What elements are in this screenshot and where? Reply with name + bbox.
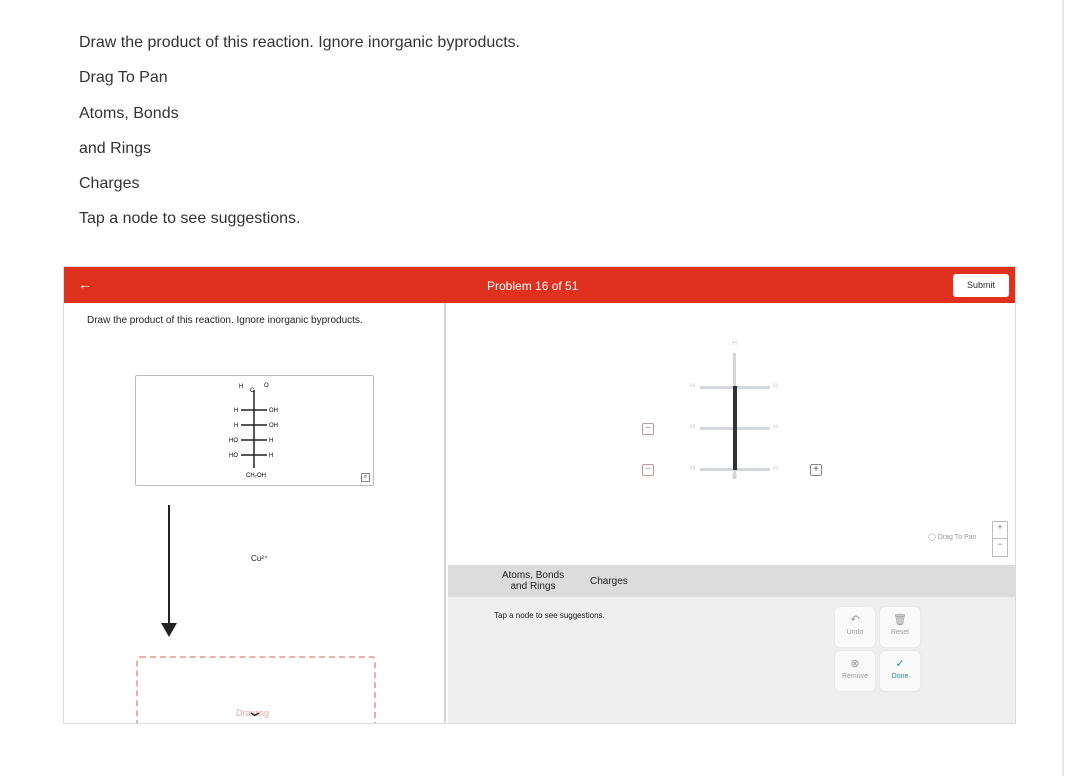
zoom-out-button[interactable]: − — [993, 539, 1007, 549]
drag-to-pan-text: Drag To Pan — [79, 69, 168, 86]
arrow-left-icon[interactable]: ← — [78, 276, 92, 292]
question-text: Draw the product of this reaction. Ignor… — [87, 315, 363, 326]
drawing-panel[interactable]: H HH HH HH H − − + ◯ Drag To Pan + − Ato… — [448, 303, 1015, 723]
hint-text: Tap a node to see suggestions. — [494, 611, 605, 620]
reactant-molecule: H C O H OH H OH HO H HO H CH₂OH ⌕ — [135, 375, 374, 486]
question-panel: Draw the product of this reaction. Ignor… — [64, 303, 446, 723]
svg-text:H: H — [234, 408, 238, 414]
reset-button[interactable]: 🗑 Reset — [880, 607, 920, 647]
minus-charge-icon[interactable]: − — [642, 423, 654, 435]
zoom-in-button[interactable]: + — [993, 522, 1007, 539]
tab-atoms-bonds-rings[interactable]: Atoms, Bonds and Rings — [498, 570, 568, 592]
atoms-bonds-text: Atoms, Bonds — [79, 105, 179, 122]
scrollbar[interactable] — [1062, 0, 1064, 776]
remove-icon: ⊗ — [850, 658, 860, 670]
reagent-label: Cu²⁺ — [251, 554, 269, 563]
chevron-down-icon[interactable]: ⌄ — [245, 703, 264, 720]
drag-to-pan-toggle[interactable]: ◯ Drag To Pan — [928, 533, 977, 541]
fischer-projection: H C O H OH H OH HO H HO H CH₂OH — [229, 383, 278, 479]
tab-bar: Atoms, Bonds and Rings Charges — [448, 565, 1015, 597]
plus-charge-icon[interactable]: + — [810, 464, 822, 476]
svg-text:H: H — [234, 423, 238, 429]
svg-text:OH: OH — [269, 408, 278, 414]
svg-text:HO: HO — [229, 438, 238, 444]
zoom-controls[interactable]: + − — [992, 521, 1008, 557]
atom-label: O — [264, 383, 269, 389]
undo-button[interactable]: ↶ Undo — [835, 607, 875, 647]
minus-charge-icon[interactable]: − — [642, 464, 654, 476]
and-rings-text: and Rings — [79, 140, 152, 157]
trash-icon: 🗑 — [893, 614, 907, 626]
magnify-icon[interactable]: ⌕ — [361, 473, 370, 482]
svg-text:H: H — [269, 453, 273, 459]
remove-button[interactable]: ⊗ Remove — [835, 651, 875, 691]
atom-label: C — [250, 388, 255, 394]
arrow-head — [161, 623, 177, 637]
header-bar: ← Problem 16 of 51 Submit — [64, 267, 1015, 303]
problem-frame: ← Problem 16 of 51 Submit Draw the produ… — [63, 266, 1016, 724]
submit-button[interactable]: Submit — [953, 274, 1009, 297]
carbon-chain-bond[interactable] — [733, 386, 737, 470]
svg-text:H: H — [269, 438, 273, 444]
instruction-text: Draw the product of this reaction. Ignor… — [79, 34, 521, 51]
suggestion-tray: Tap a node to see suggestions. ↶ Undo 🗑 Re… — [448, 597, 1015, 723]
atom-label: H — [239, 384, 243, 390]
svg-text:CH₂OH: CH₂OH — [246, 473, 266, 479]
done-button[interactable]: ✓ Done — [880, 651, 920, 691]
svg-text:HO: HO — [229, 453, 238, 459]
check-circle-icon: ✓ — [895, 658, 905, 670]
svg-text:OH: OH — [269, 423, 278, 429]
problem-title: Problem 16 of 51 — [487, 279, 579, 293]
undo-icon: ↶ — [850, 614, 860, 626]
hint-text: Tap a node to see suggestions. — [79, 210, 301, 227]
tab-charges[interactable]: Charges — [590, 576, 628, 587]
charges-text: Charges — [79, 175, 140, 192]
reaction-arrow — [168, 505, 170, 627]
